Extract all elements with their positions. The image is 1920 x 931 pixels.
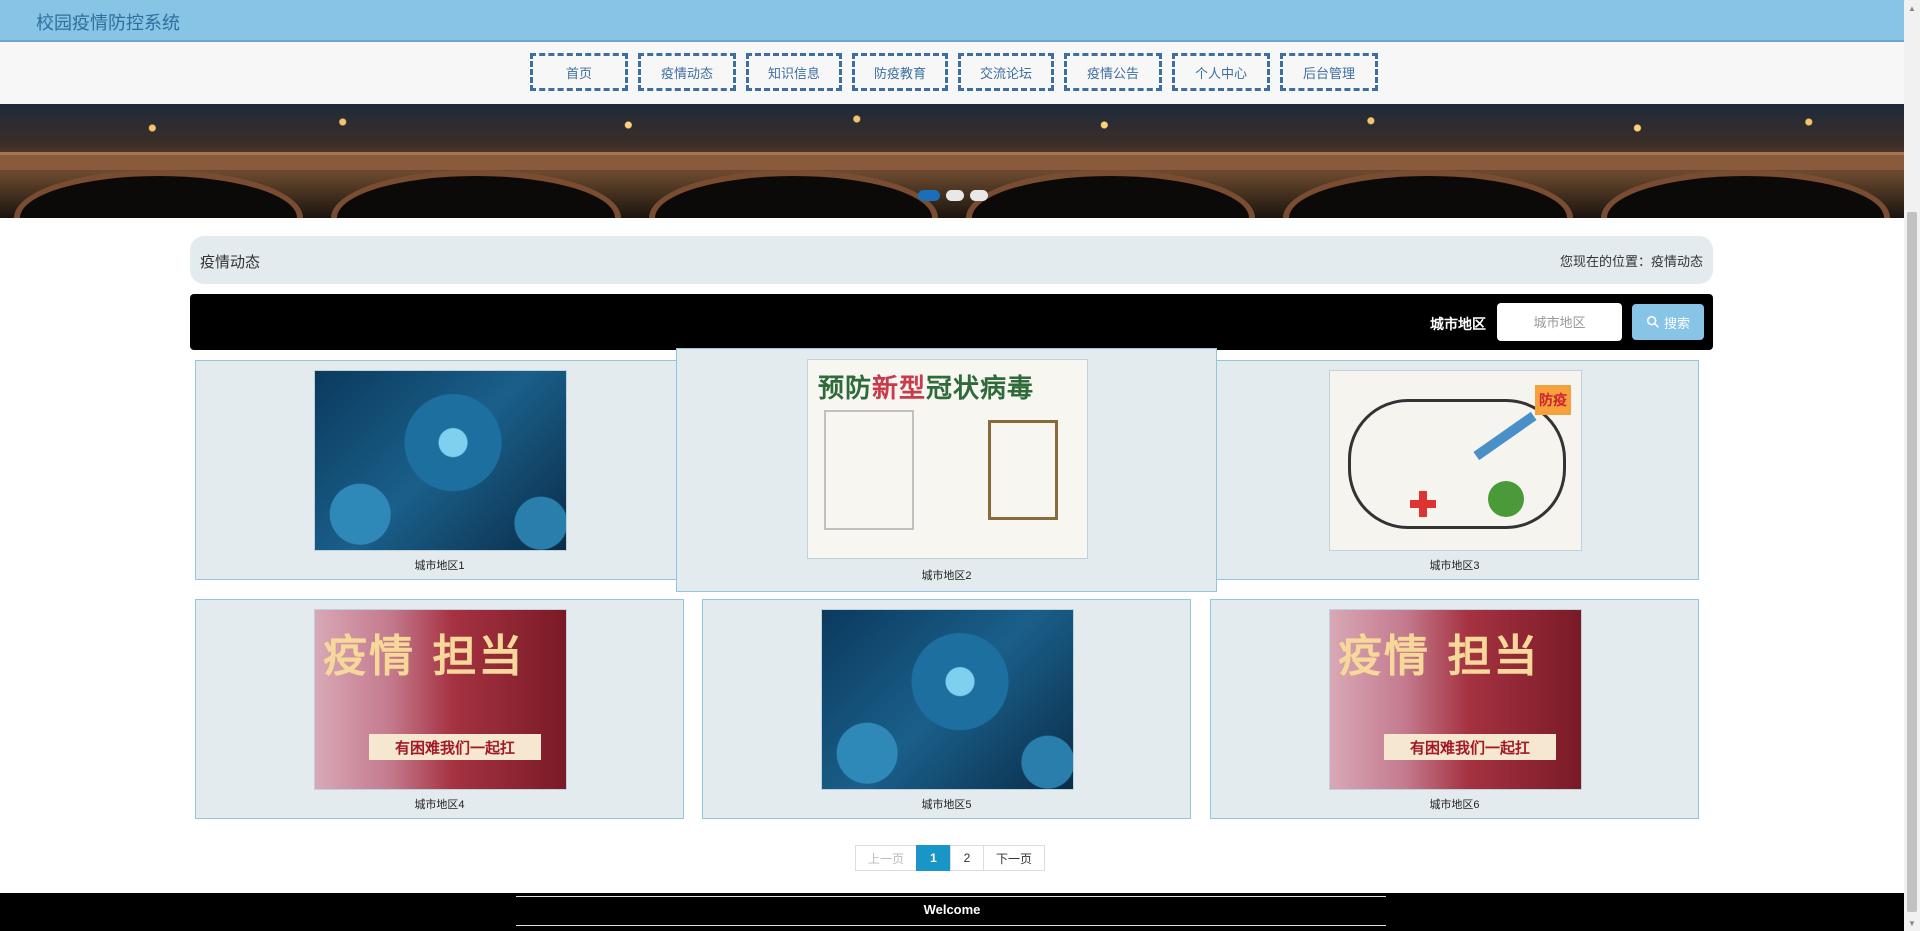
search-button-label: 搜索 (1663, 315, 1690, 331)
page-2-button[interactable]: 2 (950, 845, 984, 871)
footer: Welcome (0, 893, 1904, 931)
bridge-arch (965, 170, 1256, 218)
card-caption: 城市地区6 (1429, 799, 1480, 811)
nav-item-epidemic-news[interactable]: 疫情动态 (638, 53, 736, 91)
poster-text-panel (824, 410, 914, 530)
search-icon (1646, 315, 1659, 328)
handdrawn-poster-image: 预防新型冠状病毒 (807, 359, 1088, 559)
card-caption: 城市地区5 (921, 799, 972, 811)
promo-banner-image: 疫情 担当 有困难我们一起扛 (314, 609, 567, 790)
poster-title-part3: 冠状病毒 (926, 374, 1035, 404)
scroll-up-icon[interactable]: ▲ (1904, 0, 1920, 16)
nav-item-admin[interactable]: 后台管理 (1280, 53, 1378, 91)
nav-item-education[interactable]: 防疫教育 (852, 53, 948, 91)
poster-side-panel (988, 420, 1058, 520)
scroll-thumb[interactable] (1907, 212, 1917, 912)
bridge-arch (1600, 170, 1890, 218)
nav-item-knowledge[interactable]: 知识信息 (746, 53, 842, 91)
breadcrumb: 您现在的位置：疫情动态 (1559, 254, 1703, 269)
promo-headline: 疫情 担当 (323, 631, 525, 682)
poster-title-part1: 预防 (818, 374, 873, 404)
bridge-arch (331, 170, 621, 218)
main-nav: 首页 疫情动态 知识信息 防疫教育 交流论坛 疫情公告 个人中心 后台管理 (0, 42, 1904, 104)
card-item-3[interactable]: 防疫 城市地区3 (1210, 360, 1699, 580)
handdrawn-poster-image: 防疫 (1329, 370, 1582, 551)
page-scrollbar[interactable]: ▲ ▼ (1904, 0, 1920, 931)
card-item-6[interactable]: 疫情 担当 有困难我们一起扛 城市地区6 (1210, 599, 1699, 819)
scroll-down-icon[interactable]: ▼ (1904, 915, 1920, 931)
section-title: 疫情动态 (200, 254, 261, 271)
breadcrumb-bar: 疫情动态 您现在的位置：疫情动态 (190, 236, 1713, 284)
bridge-arch (648, 170, 938, 218)
poster-tag: 防疫 (1535, 385, 1571, 415)
promo-headline: 疫情 担当 (1338, 631, 1540, 682)
card-item-2[interactable]: 预防新型冠状病毒 城市地区2 (676, 348, 1217, 592)
virus-image (314, 370, 567, 551)
nav-item-personal-center[interactable]: 个人中心 (1172, 53, 1270, 91)
virus-image (821, 609, 1074, 790)
carousel-dots (918, 190, 988, 201)
virus-icon (1488, 481, 1524, 517)
search-button[interactable]: 搜索 (1632, 304, 1704, 340)
footer-divider (516, 896, 1386, 897)
top-header: 校园疫情防控系统 (0, 0, 1904, 42)
card-item-4[interactable]: 疫情 担当 有困难我们一起扛 城市地区4 (195, 599, 684, 819)
page-1-button[interactable]: 1 (916, 845, 951, 871)
nav-item-announcements[interactable]: 疫情公告 (1064, 53, 1162, 91)
bridge-arch (1283, 170, 1573, 218)
footer-divider (516, 925, 1386, 926)
nav-list: 首页 疫情动态 知识信息 防疫教育 交流论坛 疫情公告 个人中心 后台管理 (530, 53, 1378, 91)
carousel-dot-2[interactable] (946, 190, 964, 201)
red-cross-icon (1410, 491, 1436, 517)
next-page-button[interactable]: 下一页 (983, 845, 1045, 871)
page-root: 校园疫情防控系统 首页 疫情动态 知识信息 防疫教育 交流论坛 疫情公告 个人中… (0, 0, 1920, 931)
prev-page-button[interactable]: 上一页 (855, 845, 917, 871)
card-item-1[interactable]: 城市地区1 (195, 360, 684, 580)
card-caption: 城市地区3 (1429, 560, 1480, 572)
card-caption: 城市地区1 (414, 560, 465, 572)
search-bar: 城市地区 搜索 (190, 294, 1713, 350)
search-label: 城市地区 (1430, 316, 1486, 332)
banner-bridge-deck (0, 152, 1904, 170)
nav-item-home[interactable]: 首页 (530, 53, 628, 91)
banner-carousel (0, 104, 1904, 218)
promo-strip: 有困难我们一起扛 (369, 734, 541, 760)
nav-item-forum[interactable]: 交流论坛 (958, 53, 1054, 91)
search-input[interactable] (1497, 303, 1622, 341)
promo-banner-image: 疫情 担当 有困难我们一起扛 (1329, 609, 1582, 790)
promo-strip: 有困难我们一起扛 (1384, 734, 1556, 760)
carousel-dot-1[interactable] (918, 190, 940, 201)
poster-title-part2: 新型 (872, 374, 927, 404)
pagination: 上一页 1 2 下一页 (855, 845, 1045, 871)
poster-title: 预防新型冠状病毒 (818, 368, 1034, 405)
card-item-5[interactable]: 城市地区5 (702, 599, 1191, 819)
bridge-arch (14, 170, 304, 218)
card-caption: 城市地区2 (921, 570, 972, 582)
carousel-dot-3[interactable] (970, 190, 988, 201)
footer-welcome: Welcome (923, 902, 981, 917)
card-caption: 城市地区4 (414, 799, 465, 811)
site-title[interactable]: 校园疫情防控系统 (36, 9, 180, 35)
